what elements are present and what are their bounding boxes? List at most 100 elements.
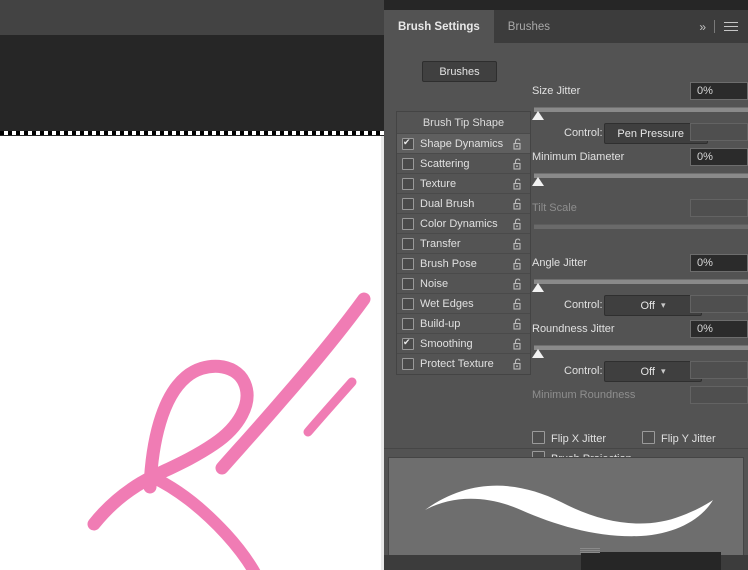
option-row-brush-pose[interactable]: Brush Pose bbox=[397, 254, 530, 274]
unlocked-padlock-icon[interactable] bbox=[511, 257, 525, 271]
angle-jitter-thumb[interactable] bbox=[532, 283, 544, 292]
angle-control-select[interactable]: Off ▾ bbox=[604, 295, 702, 316]
roundness-jitter-slider[interactable] bbox=[532, 343, 748, 360]
flip-x-jitter-option[interactable]: Flip X Jitter bbox=[532, 431, 606, 445]
minimum-diameter-slider[interactable] bbox=[532, 171, 748, 188]
panel-divider bbox=[384, 448, 748, 449]
application-toolbar-area bbox=[0, 0, 384, 35]
size-jitter-slider[interactable] bbox=[532, 105, 748, 122]
option-label-smoothing: Smoothing bbox=[420, 337, 473, 350]
size-jitter-thumb[interactable] bbox=[532, 111, 544, 120]
checkbox-protect-texture[interactable] bbox=[402, 358, 414, 370]
shape-dynamics-settings: Size Jitter 0% Control: Pen Pressure ▾ bbox=[532, 81, 748, 471]
size-jitter-value[interactable]: 0% bbox=[690, 82, 748, 100]
angle-jitter-row: Angle Jitter 0% bbox=[532, 253, 748, 277]
angle-jitter-slider[interactable] bbox=[532, 277, 748, 294]
option-row-color-dynamics[interactable]: Color Dynamics bbox=[397, 214, 530, 234]
checkbox-flip-y-jitter[interactable] bbox=[642, 431, 655, 444]
tilt-scale-label: Tilt Scale bbox=[532, 202, 577, 214]
checkbox-brush-pose[interactable] bbox=[402, 257, 414, 270]
tab-controls-divider bbox=[714, 20, 715, 33]
document-canvas[interactable] bbox=[0, 136, 381, 570]
minimum-roundness-label: Minimum Roundness bbox=[532, 389, 636, 401]
unlocked-padlock-icon[interactable] bbox=[511, 137, 525, 151]
roundness-jitter-value[interactable]: 0% bbox=[690, 320, 748, 338]
checkbox-flip-x-jitter[interactable] bbox=[532, 431, 545, 444]
size-control-extra-field[interactable] bbox=[690, 123, 748, 141]
unlocked-padlock-icon[interactable] bbox=[511, 277, 525, 291]
angle-control-extra-field[interactable] bbox=[690, 295, 748, 313]
brush-tip-shape-label: Brush Tip Shape bbox=[422, 116, 505, 129]
checkbox-shape-dynamics[interactable] bbox=[402, 136, 414, 150]
checkbox-color-dynamics[interactable] bbox=[402, 217, 414, 230]
angle-control-row: Control: Off ▾ bbox=[532, 294, 748, 319]
checkbox-scattering[interactable] bbox=[402, 157, 414, 170]
option-label-brush-pose: Brush Pose bbox=[420, 257, 477, 270]
option-row-build-up[interactable]: Build-up bbox=[397, 314, 530, 334]
unlocked-padlock-icon[interactable] bbox=[511, 157, 525, 171]
window-bottom-dark-area bbox=[581, 552, 721, 570]
unlocked-padlock-icon[interactable] bbox=[511, 357, 525, 371]
option-label-shape-dynamics: Shape Dynamics bbox=[420, 137, 504, 150]
brushes-button-label: Brushes bbox=[439, 65, 480, 78]
unlocked-padlock-icon[interactable] bbox=[511, 197, 525, 211]
brush-tip-shape-header[interactable]: Brush Tip Shape bbox=[397, 112, 530, 134]
option-label-noise: Noise bbox=[420, 277, 449, 290]
option-row-shape-dynamics[interactable]: Shape Dynamics bbox=[397, 134, 530, 154]
brush-settings-panel: Brush Settings Brushes » Brushes Brush T… bbox=[384, 10, 748, 570]
brush-stroke-preview bbox=[388, 457, 744, 562]
unlocked-padlock-icon[interactable] bbox=[511, 297, 525, 311]
roundness-jitter-thumb[interactable] bbox=[532, 349, 544, 358]
angle-jitter-value[interactable]: 0% bbox=[690, 254, 748, 272]
roundness-control-value: Off bbox=[640, 365, 655, 378]
checkbox-noise[interactable] bbox=[402, 277, 414, 290]
minimum-diameter-thumb[interactable] bbox=[532, 177, 544, 186]
option-row-smoothing[interactable]: Smoothing bbox=[397, 334, 530, 354]
roundness-control-select[interactable]: Off ▾ bbox=[604, 361, 702, 382]
checkbox-smoothing[interactable] bbox=[402, 336, 414, 350]
minimum-diameter-track bbox=[534, 173, 748, 178]
checkbox-transfer[interactable] bbox=[402, 237, 414, 250]
checkbox-texture[interactable] bbox=[402, 177, 414, 190]
roundness-control-label: Control: bbox=[564, 365, 603, 377]
unlocked-padlock-icon[interactable] bbox=[511, 217, 525, 231]
option-row-wet-edges[interactable]: Wet Edges bbox=[397, 294, 530, 314]
panel-resize-grip[interactable] bbox=[580, 547, 600, 554]
tab-bar-spacer bbox=[564, 10, 699, 43]
option-row-dual-brush[interactable]: Dual Brush bbox=[397, 194, 530, 214]
minimum-diameter-label: Minimum Diameter bbox=[532, 151, 625, 163]
roundness-control-extra-field[interactable] bbox=[690, 361, 748, 379]
panel-tab-controls: » bbox=[699, 10, 748, 43]
minimum-diameter-row: Minimum Diameter 0% bbox=[532, 147, 748, 171]
tab-brush-settings[interactable]: Brush Settings bbox=[384, 10, 494, 43]
roundness-jitter-label: Roundness Jitter bbox=[532, 323, 615, 335]
option-row-noise[interactable]: Noise bbox=[397, 274, 530, 294]
unlocked-padlock-icon[interactable] bbox=[511, 337, 525, 351]
unlocked-padlock-icon[interactable] bbox=[511, 237, 525, 251]
option-label-build-up: Build-up bbox=[420, 317, 461, 330]
size-control-value: Pen Pressure bbox=[617, 127, 685, 140]
minimum-diameter-value[interactable]: 0% bbox=[690, 148, 748, 166]
flip-y-jitter-option[interactable]: Flip Y Jitter bbox=[642, 431, 716, 445]
option-row-texture[interactable]: Texture bbox=[397, 174, 530, 194]
roundness-jitter-track bbox=[534, 345, 748, 350]
angle-control-value: Off bbox=[640, 299, 655, 312]
unlocked-padlock-icon[interactable] bbox=[511, 177, 525, 191]
selection-marquee bbox=[0, 131, 384, 135]
option-row-transfer[interactable]: Transfer bbox=[397, 234, 530, 254]
roundness-jitter-row: Roundness Jitter 0% bbox=[532, 319, 748, 343]
checkbox-dual-brush[interactable] bbox=[402, 197, 414, 210]
hamburger-menu-icon[interactable] bbox=[724, 19, 738, 34]
brushes-button[interactable]: Brushes bbox=[422, 61, 497, 82]
option-row-scattering[interactable]: Scattering bbox=[397, 154, 530, 174]
checkbox-wet-edges[interactable] bbox=[402, 297, 414, 310]
double-chevron-right-icon[interactable]: » bbox=[699, 20, 706, 34]
option-label-transfer: Transfer bbox=[420, 237, 461, 250]
brush-option-list: Brush Tip Shape Shape Dynamics Scatterin… bbox=[396, 111, 531, 375]
angle-jitter-label: Angle Jitter bbox=[532, 257, 588, 269]
tilt-scale-slider bbox=[532, 222, 748, 239]
tab-brushes[interactable]: Brushes bbox=[494, 10, 564, 43]
checkbox-build-up[interactable] bbox=[402, 317, 414, 330]
unlocked-padlock-icon[interactable] bbox=[511, 317, 525, 331]
option-row-protect-texture[interactable]: Protect Texture bbox=[397, 354, 530, 374]
